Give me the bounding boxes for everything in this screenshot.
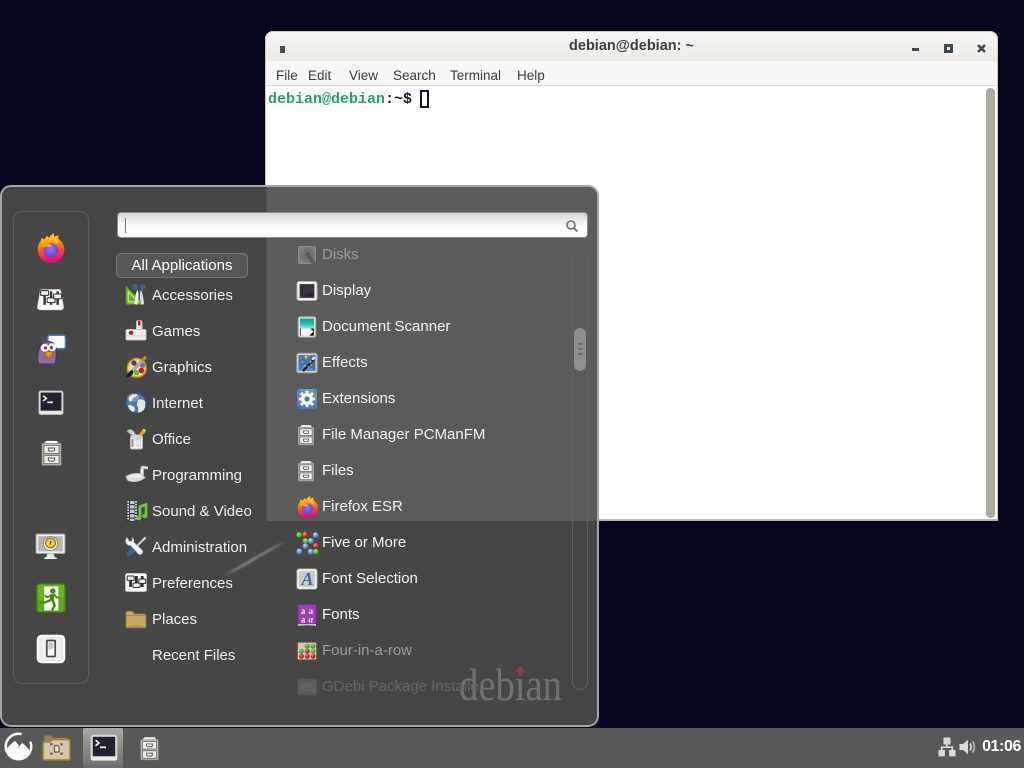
svg-text:A: A bbox=[300, 569, 313, 589]
svg-text:a: a bbox=[301, 615, 306, 625]
svg-text:a: a bbox=[309, 615, 314, 625]
